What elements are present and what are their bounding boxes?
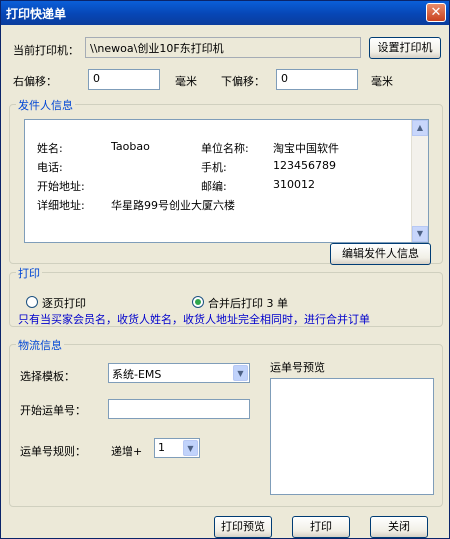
set-printer-button[interactable]: 设置打印机 (369, 37, 441, 59)
template-select[interactable]: 系统-EMS ▼ (108, 363, 250, 383)
detail-address-value: 华星路99号创业大厦六楼 (111, 199, 235, 212)
print-button[interactable]: 打印 (292, 516, 350, 538)
chevron-down-icon[interactable]: ▼ (183, 440, 198, 456)
down-offset-unit: 毫米 (371, 75, 393, 88)
print-preview-button[interactable]: 打印预览 (214, 516, 272, 538)
edit-sender-button[interactable]: 编辑发件人信息 (330, 243, 431, 265)
waybill-preview-box (270, 378, 434, 495)
sender-info-box: 姓名: Taobao 单位名称: 淘宝中国软件 电话: 手机: 12345678… (24, 119, 429, 243)
mobile-label: 手机: (201, 161, 227, 174)
print-group: 打印 逐页打印 合并后打印 3 单 只有当买家会员名，收货人姓名，收货人地址完全… (9, 265, 443, 327)
increment-select-value: 1 (158, 441, 165, 454)
company-value: 淘宝中国软件 (273, 142, 339, 155)
company-label: 单位名称: (201, 142, 249, 155)
template-select-value: 系统-EMS (112, 368, 162, 381)
waybill-rule-label: 运单号规则： (20, 445, 86, 458)
sender-info-group: 发件人信息 姓名: Taobao 单位名称: 淘宝中国软件 电话: 手机: 12… (9, 97, 443, 265)
start-waybill-label: 开始运单号： (20, 404, 86, 417)
right-offset-input[interactable]: 0 (88, 69, 160, 90)
right-offset-label: 右偏移： (13, 75, 57, 88)
scroll-down-icon[interactable]: ▼ (412, 226, 428, 242)
right-offset-unit: 毫米 (175, 75, 197, 88)
logistics-group: 物流信息 选择模板： 系统-EMS ▼ 开始运单号： 运单号规则： 递增+ 1 … (9, 337, 443, 507)
template-label: 选择模板： (20, 370, 75, 383)
merge-note: 只有当买家会员名，收货人姓名，收货人地址完全相同时，进行合并订单 (18, 313, 370, 326)
sender-info-scrollbar[interactable]: ▲ ▼ (411, 120, 428, 242)
chevron-down-icon[interactable]: ▼ (233, 365, 248, 381)
logistics-legend: 物流信息 (16, 337, 64, 353)
close-window-button[interactable]: ✕ (426, 3, 446, 22)
print-legend: 打印 (16, 265, 42, 281)
phone-label: 电话: (37, 161, 63, 174)
increment-select[interactable]: 1 ▼ (154, 438, 200, 458)
print-single-radio[interactable] (26, 296, 38, 308)
detail-address-label: 详细地址: (37, 199, 85, 212)
current-printer-field: \\newoa\创业10F东打印机 (85, 37, 361, 58)
print-single-label[interactable]: 逐页打印 (42, 295, 86, 311)
close-button[interactable]: 关闭 (370, 516, 428, 538)
title-bar: 打印快递单 ✕ (1, 1, 449, 25)
zip-label: 邮编: (201, 180, 227, 193)
waybill-preview-label: 运单号预览 (270, 361, 325, 374)
increment-label: 递增+ (111, 445, 143, 458)
mobile-value: 123456789 (273, 159, 336, 172)
window-title: 打印快递单 (6, 7, 67, 21)
zip-value: 310012 (273, 178, 315, 191)
scroll-up-icon[interactable]: ▲ (412, 120, 428, 136)
down-offset-input[interactable]: 0 (276, 69, 358, 90)
print-express-dialog: 打印快递单 ✕ 当前打印机： \\newoa\创业10F东打印机 设置打印机 右… (0, 0, 450, 539)
print-merge-label[interactable]: 合并后打印 3 单 (208, 295, 288, 311)
name-value: Taobao (111, 140, 150, 153)
down-offset-label: 下偏移： (221, 75, 265, 88)
sender-info-legend: 发件人信息 (16, 97, 75, 113)
print-merge-radio[interactable] (192, 296, 204, 308)
start-waybill-input[interactable] (108, 399, 250, 419)
start-address-label: 开始地址: (37, 180, 85, 193)
printer-label: 当前打印机： (13, 44, 79, 57)
name-label: 姓名: (37, 142, 63, 155)
